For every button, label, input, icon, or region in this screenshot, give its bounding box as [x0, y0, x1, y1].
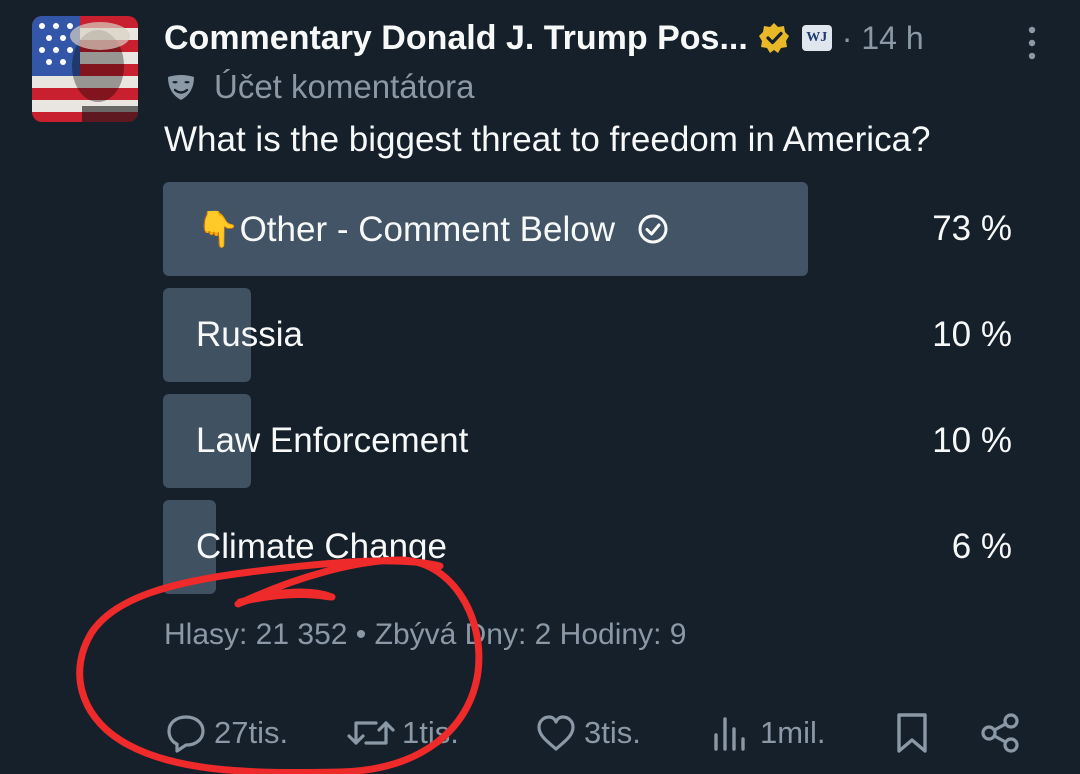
- poll-option-label: Russia: [196, 315, 303, 354]
- more-options-icon[interactable]: [1028, 26, 1036, 60]
- mask-icon: [168, 75, 194, 100]
- poll-option-label: Law Enforcement: [196, 421, 469, 460]
- poll-option-percent: 10 %: [932, 421, 1012, 460]
- views-button[interactable]: 1mil.: [710, 705, 825, 761]
- poll-option-label: 👇Other - Comment Below: [196, 209, 615, 249]
- poll-footer: Hlasy: 21 352 • Zbývá Dny: 2 Hodiny: 9: [164, 618, 687, 651]
- poll-question: What is the biggest threat to freedom in…: [164, 120, 931, 159]
- bookmark-button[interactable]: [892, 705, 938, 761]
- share-button[interactable]: [978, 705, 1028, 761]
- like-count: 3tis.: [584, 715, 641, 750]
- poll-option[interactable]: Climate Change 6 %: [163, 500, 1012, 594]
- repost-button[interactable]: 1tis.: [346, 705, 459, 761]
- account-type-text: Účet komentátora: [214, 68, 475, 105]
- red-scribble-annotation: [76, 556, 483, 774]
- views-count: 1mil.: [760, 715, 826, 750]
- like-button[interactable]: 3tis.: [534, 705, 641, 761]
- heart-icon: [537, 715, 575, 751]
- avatar[interactable]: [32, 16, 138, 122]
- author-name[interactable]: Commentary Donald J. Trump Pos...: [164, 19, 748, 58]
- commentator-account-label: Účet komentátora: [166, 66, 474, 108]
- reply-count: 27tis.: [214, 715, 289, 750]
- poll-option[interactable]: 👇Other - Comment Below 73 %: [163, 182, 1012, 276]
- reply-button[interactable]: 27tis.: [164, 705, 288, 761]
- post-header: Commentary Donald J. Trump Pos... WJ · 1…: [164, 10, 1060, 66]
- poll-option-label: Climate Change: [196, 527, 447, 566]
- post-time[interactable]: · 14 h: [842, 20, 924, 57]
- repost-icon: [347, 721, 395, 745]
- poll-option[interactable]: Law Enforcement 10 %: [163, 394, 1012, 488]
- avatar-image: [32, 16, 138, 122]
- repost-count: 1tis.: [402, 715, 459, 750]
- share-icon: [981, 713, 1019, 753]
- affiliation-badge[interactable]: WJ: [801, 25, 832, 51]
- check-circle-icon: [638, 214, 668, 244]
- bookmark-icon: [897, 713, 927, 753]
- poll-option[interactable]: Russia 10 %: [163, 288, 1012, 382]
- reply-icon: [167, 715, 205, 753]
- poll-option-percent: 73 %: [932, 209, 1012, 248]
- poll-option-percent: 10 %: [932, 315, 1012, 354]
- poll-option-percent: 6 %: [951, 527, 1012, 566]
- action-bar: 27tis. 1tis. 3tis. 1mil.: [164, 705, 1034, 761]
- verified-badge-icon[interactable]: [758, 22, 790, 54]
- post: Commentary Donald J. Trump Pos... WJ · 1…: [0, 0, 1080, 774]
- views-chart-icon: [714, 717, 745, 751]
